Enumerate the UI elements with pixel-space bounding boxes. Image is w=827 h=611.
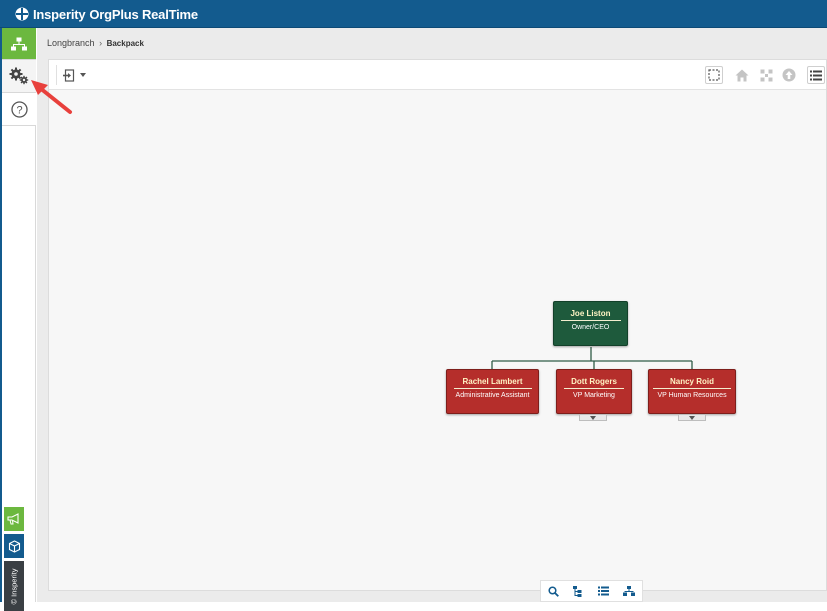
org-node-child[interactable]: Nancy Roid VP Human Resources (648, 369, 736, 414)
caret-down-icon (689, 415, 695, 420)
feedback-tab[interactable] (4, 507, 24, 531)
org-chart-canvas[interactable]: Joe Liston Owner/CEO Rachel Lambert Admi… (49, 91, 826, 590)
box-icon (8, 539, 20, 553)
node-name: Rachel Lambert (462, 377, 523, 386)
search-icon[interactable] (548, 585, 560, 597)
node-name: Joe Liston (570, 309, 611, 318)
svg-text:?: ? (16, 104, 22, 116)
org-connector-lines (491, 347, 693, 370)
chart-panel: Joe Liston Owner/CEO Rachel Lambert Admi… (48, 59, 827, 591)
app-window: Insperity OrgPlus RealTime ? © Insperity… (0, 0, 827, 611)
node-name: Nancy Roid (669, 377, 714, 386)
chevron-down-icon (80, 73, 86, 77)
breadcrumb: Longbranch › Backpack (47, 38, 144, 48)
left-nav: ? © Insperity (0, 28, 36, 611)
breadcrumb-separator: › (99, 38, 103, 48)
help-circle-icon: ? (10, 100, 28, 118)
select-marquee-icon (708, 69, 720, 81)
copyright-tab: © Insperity (4, 561, 24, 611)
copyright-label: © Insperity (9, 568, 19, 604)
org-node-root[interactable]: Joe Liston Owner/CEO (553, 301, 628, 346)
brand-name: Insperity (33, 6, 86, 22)
chart-toolbar (49, 60, 826, 90)
home-icon (735, 69, 749, 81)
fit-to-screen-button[interactable] (757, 66, 775, 84)
insperity-box-tab[interactable] (4, 534, 24, 558)
tree-view-icon[interactable] (573, 585, 583, 597)
node-divider (453, 388, 532, 389)
breadcrumb-item-root[interactable]: Longbranch (47, 38, 95, 48)
fit-screen-icon (760, 69, 772, 81)
top-bar: Insperity OrgPlus RealTime (0, 0, 827, 28)
org-chart-icon (11, 37, 27, 50)
list-view-icon[interactable] (597, 586, 609, 596)
node-divider (653, 388, 731, 389)
up-level-icon (782, 68, 796, 82)
node-divider (564, 388, 624, 389)
node-title: VP Human Resources (657, 392, 727, 399)
megaphone-icon (7, 513, 19, 525)
node-title: Owner/CEO (571, 324, 610, 331)
org-node-child[interactable]: Rachel Lambert Administrative Assistant (446, 369, 539, 414)
product-name: OrgPlus RealTime (89, 6, 198, 22)
list-icon (810, 70, 822, 80)
insperity-logo-icon (15, 7, 29, 21)
breadcrumb-item-current: Backpack (106, 39, 144, 48)
org-chart-view-icon[interactable] (622, 586, 635, 596)
nav-settings-button[interactable] (2, 60, 36, 93)
list-toggle-button[interactable] (807, 66, 825, 84)
nav-org-chart-button[interactable] (2, 28, 36, 60)
export-menu-button[interactable] (56, 65, 88, 85)
home-button[interactable] (733, 66, 751, 84)
org-node-child[interactable]: Dott Rogers VP Marketing (556, 369, 632, 414)
node-divider (560, 320, 621, 321)
expand-reports-button[interactable] (678, 415, 706, 421)
expand-reports-button[interactable] (579, 415, 607, 421)
caret-down-icon (590, 415, 596, 420)
nav-help-button[interactable]: ? (2, 93, 36, 126)
up-level-button[interactable] (780, 66, 798, 84)
select-tool-button[interactable] (705, 66, 723, 84)
node-title: VP Marketing (573, 392, 615, 399)
main-content: Longbranch › Backpack Joe Liston Owner/C… (37, 28, 827, 602)
brand-logo[interactable]: Insperity OrgPlus RealTime (15, 6, 198, 22)
export-icon (63, 68, 75, 82)
node-name: Dott Rogers (571, 377, 617, 386)
gears-icon (9, 67, 29, 85)
node-title: Administrative Assistant (455, 392, 530, 399)
view-switcher (540, 580, 643, 602)
